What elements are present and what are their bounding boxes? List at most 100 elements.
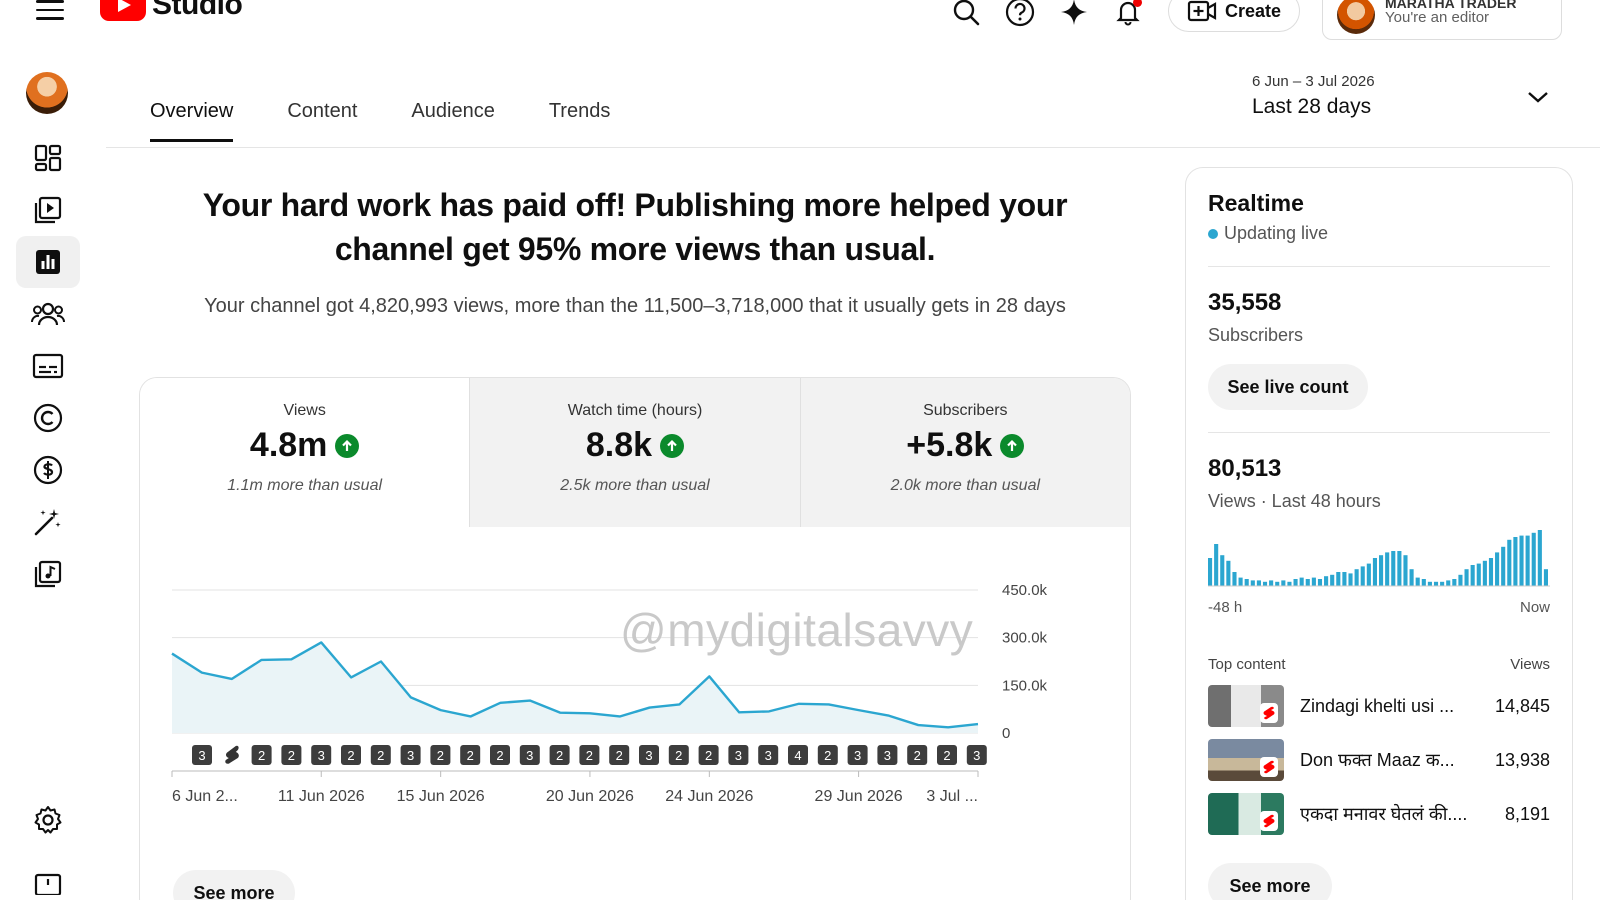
- realtime-views-count: 80,513: [1208, 455, 1282, 482]
- views-chart: 450.0k 300.0k 150.0k 0 3 2 2 3 2 2 3 2 2 2 3 2 2 2 3 2 2 3 3 4 2…: [140, 527, 1130, 827]
- feedback-icon: [34, 873, 62, 895]
- x-tick-label: 6 Jun 2...: [172, 788, 238, 805]
- arrow-up-icon: [335, 433, 360, 458]
- realtime-bar-chart: -48 h Now: [1208, 526, 1550, 616]
- realtime-title: Realtime: [1208, 190, 1304, 216]
- sidebar-item-copyright[interactable]: [16, 392, 80, 444]
- realtime-bar: [1324, 576, 1329, 586]
- tab-trends[interactable]: Trends: [549, 100, 611, 142]
- magic-wand-icon: [34, 509, 61, 536]
- realtime-bar: [1379, 555, 1384, 586]
- sidebar-item-dashboard[interactable]: [16, 132, 80, 184]
- realtime-bar: [1275, 581, 1280, 586]
- sidebar-item-customisation[interactable]: [16, 496, 80, 548]
- realtime-bar: [1488, 558, 1494, 586]
- live-dot: [1208, 228, 1218, 239]
- x-tick-label: 3 Jul ...: [926, 788, 978, 805]
- realtime-bar: [1287, 581, 1292, 586]
- date-range-picker[interactable]: 6 Jun – 3 Jul 2026 Last 28 days: [1252, 73, 1562, 123]
- realtime-bar: [1513, 537, 1518, 586]
- top-content-views-label: Views: [1510, 656, 1550, 673]
- sidebar-item-earn[interactable]: [16, 444, 80, 496]
- x-tick-label: 15 Jun 2026: [397, 788, 485, 805]
- metric-note: 1.1m more than usual: [227, 477, 383, 494]
- x-tick-label: 11 Jun 2026: [278, 788, 365, 805]
- x-tick-label: 29 Jun 2026: [815, 788, 903, 805]
- divider: [1208, 432, 1550, 433]
- realtime-bar: [1507, 539, 1512, 586]
- realtime-see-more-button[interactable]: See more: [1208, 863, 1332, 900]
- copyright-icon: [33, 403, 63, 433]
- realtime-bar: [1495, 552, 1500, 586]
- top-content-row[interactable]: Zindagi khelti usi ... 14,845: [1208, 685, 1550, 727]
- realtime-bar: [1403, 555, 1408, 586]
- sidebar-item-community[interactable]: [16, 288, 80, 340]
- publish-marker-count: 3: [765, 748, 772, 763]
- subscribers-count: 35,558: [1208, 289, 1282, 316]
- sidebar-item-analytics[interactable]: [16, 236, 80, 288]
- top-content-views: 14,845: [1494, 695, 1550, 716]
- realtime-bar: [1531, 532, 1536, 586]
- sidebar-item-feedback[interactable]: [16, 860, 80, 900]
- sparkle-icon[interactable]: [1058, 0, 1090, 28]
- metric-views[interactable]: Views 4.8m 1.1m more than usual: [140, 378, 471, 527]
- earn-icon: [33, 455, 63, 485]
- top-content-row[interactable]: एकदा मनावर घेतलं की.... 8,191: [1208, 793, 1550, 835]
- hamburger-icon[interactable]: [36, 0, 64, 20]
- sidebar-item-audio-library[interactable]: [16, 548, 80, 600]
- publish-marker-count: 2: [824, 748, 831, 763]
- tab-content[interactable]: Content: [287, 100, 357, 142]
- realtime-views-label: Views · Last 48 hours: [1208, 491, 1381, 511]
- community-icon: [31, 302, 65, 326]
- search-icon[interactable]: [950, 0, 982, 28]
- realtime-bar: [1360, 566, 1365, 586]
- youtube-logo-icon: [100, 0, 146, 21]
- metric-note: 2.5k more than usual: [560, 477, 710, 494]
- metric-value: 8.8k: [585, 426, 653, 464]
- tab-overview[interactable]: Overview: [150, 100, 234, 142]
- sidebar-item-settings[interactable]: [16, 794, 80, 846]
- studio-logo[interactable]: Studio: [100, 0, 243, 22]
- realtime-bar: [1409, 569, 1414, 586]
- account-switcher[interactable]: MARATHA TRADER You're an editor: [1322, 0, 1562, 40]
- see-live-count-button[interactable]: See live count: [1208, 364, 1368, 410]
- realtime-bar: [1440, 581, 1445, 586]
- realtime-bar: [1525, 535, 1530, 586]
- mini-axis-end: Now: [1519, 599, 1550, 616]
- realtime-bar: [1354, 569, 1359, 586]
- publish-marker-count: 2: [258, 748, 265, 763]
- metric-label: Watch time (hours): [567, 402, 703, 419]
- y-tick-label: 150.0k: [1002, 677, 1048, 694]
- see-more-button[interactable]: See more: [173, 870, 295, 900]
- metric-label: Subscribers: [923, 402, 1008, 419]
- account-name: MARATHA TRADER: [1385, 0, 1517, 9]
- top-content-title: Zindagi khelti usi ...: [1300, 695, 1455, 716]
- realtime-bar: [1226, 560, 1231, 586]
- metric-subscribers[interactable]: Subscribers +5.8k 2.0k more than usual: [800, 378, 1130, 527]
- top-content-views: 8,191: [1504, 803, 1550, 824]
- publish-marker-count: 2: [586, 748, 593, 763]
- metric-value: 4.8m: [249, 426, 328, 464]
- shorts-marker-icon: [225, 745, 239, 764]
- metrics-card: Views 4.8m 1.1m more than usual Watch ti…: [139, 377, 1131, 900]
- sidebar-item-content[interactable]: [16, 184, 80, 236]
- top-content-row[interactable]: Don फक्त Maaz क... 13,938: [1208, 739, 1550, 781]
- channel-avatar[interactable]: [26, 72, 68, 114]
- realtime-bar-chart-svg: [1208, 530, 1550, 587]
- video-plus-icon: [1187, 0, 1217, 22]
- realtime-bar: [1415, 577, 1420, 586]
- realtime-bar: [1342, 572, 1347, 586]
- realtime-bar: [1214, 544, 1219, 586]
- y-tick-label: 0: [1002, 725, 1010, 742]
- realtime-bar: [1397, 551, 1402, 586]
- help-icon[interactable]: [1004, 0, 1036, 28]
- create-button[interactable]: Create: [1168, 0, 1300, 32]
- metric-watch-time[interactable]: Watch time (hours) 8.8k 2.5k more than u…: [470, 378, 801, 527]
- realtime-bar: [1446, 580, 1451, 586]
- bell-icon[interactable]: [1112, 0, 1144, 28]
- sidebar-item-subtitles[interactable]: [16, 340, 80, 392]
- publish-marker-count: 3: [198, 748, 205, 763]
- logo-text: Studio: [152, 0, 243, 21]
- top-content-title: Don फक्त Maaz क...: [1300, 750, 1455, 770]
- tab-audience[interactable]: Audience: [411, 100, 494, 142]
